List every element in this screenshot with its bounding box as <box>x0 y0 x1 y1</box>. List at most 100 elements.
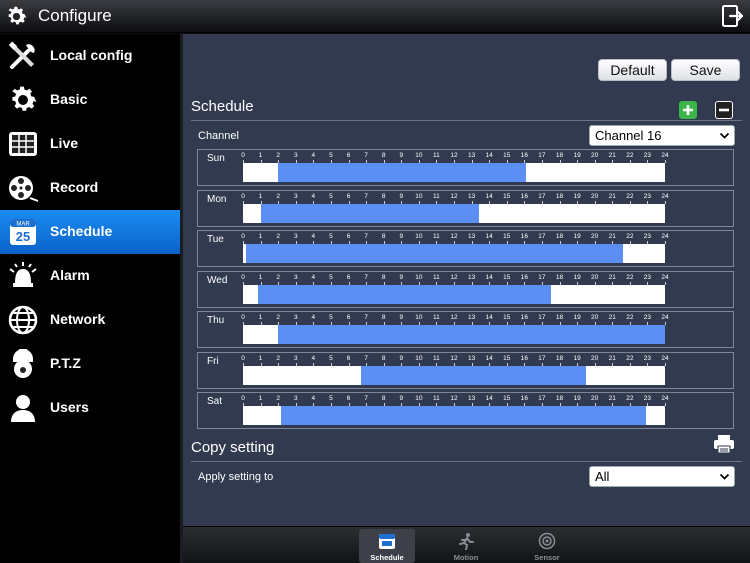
sidebar-item-network[interactable]: Network <box>0 298 180 342</box>
day-name: Sun <box>207 153 225 164</box>
sidebar-item-label: Record <box>50 179 99 195</box>
sidebar-item-live[interactable]: Live <box>0 122 180 166</box>
hour-label: 9 <box>399 314 404 321</box>
hour-label: 8 <box>381 273 386 281</box>
sidebar-item-alarm[interactable]: Alarm <box>0 254 180 298</box>
schedule-time-block[interactable] <box>280 406 646 425</box>
schedule-track[interactable] <box>243 325 665 344</box>
schedule-time-block[interactable] <box>245 244 623 263</box>
sidebar-item-ptz[interactable]: P.T.Z <box>0 342 180 386</box>
sidebar-item-record[interactable]: Record <box>0 166 180 210</box>
sidebar-item-users[interactable]: Users <box>0 386 180 430</box>
hour-label: 19 <box>573 395 581 402</box>
grid-icon <box>9 132 37 156</box>
sidebar-item-local-config[interactable]: Local config <box>0 34 180 78</box>
hour-label: 10 <box>415 395 423 402</box>
hour-label: 1 <box>258 273 263 281</box>
channel-select[interactable]: Channel 16 <box>589 125 735 146</box>
exit-icon[interactable] <box>722 5 744 27</box>
day-row-sun: Sun 0 1 2 3 4 5 6 7 8 9 10 11 12 13 14 15 16 17 18 19 20 21 22 2… <box>197 149 734 186</box>
hour-label: 17 <box>538 192 546 200</box>
hour-label: 6 <box>346 233 351 240</box>
schedule-track[interactable] <box>243 365 665 385</box>
section-divider <box>191 120 742 121</box>
tab-schedule[interactable]: Schedule <box>359 529 415 563</box>
gear-icon <box>8 6 27 25</box>
hour-label: 23 <box>643 192 652 200</box>
hour-tick <box>665 200 666 204</box>
sidebar-item-label: Users <box>50 399 89 415</box>
tab-motion[interactable]: Motion <box>438 529 494 563</box>
day-name: Fri <box>207 355 219 367</box>
hour-label: 19 <box>573 314 581 321</box>
hour-label: 12 <box>450 354 458 362</box>
hour-label: 20 <box>591 314 599 321</box>
hour-label: 7 <box>364 314 368 321</box>
schedule-track[interactable] <box>243 406 665 425</box>
hour-label: 14 <box>485 192 493 200</box>
hour-label: 17 <box>538 314 546 321</box>
tab-sensor[interactable]: Sensor <box>519 529 575 563</box>
hour-tick <box>665 322 666 325</box>
hour-label: 4 <box>311 314 316 321</box>
hour-label: 10 <box>415 354 423 362</box>
schedule-track[interactable] <box>243 284 665 304</box>
minus-icon[interactable] <box>715 101 733 119</box>
hour-label: 11 <box>433 233 440 240</box>
plus-icon[interactable] <box>679 101 697 119</box>
schedule-time-block[interactable] <box>278 325 665 344</box>
hour-label: 10 <box>415 233 423 240</box>
hour-label: 2 <box>276 152 280 159</box>
hour-label: 9 <box>399 192 404 200</box>
hour-label: 4 <box>311 233 316 240</box>
day-name: Tue <box>207 234 224 245</box>
day-name: Sat <box>207 396 223 407</box>
hour-label: 0 <box>241 233 245 240</box>
schedule-time-block[interactable] <box>260 203 479 223</box>
hour-label: 18 <box>555 192 564 200</box>
sidebar-item-schedule[interactable]: MAR 25 Schedule <box>0 210 180 254</box>
hour-label: 24 <box>661 395 669 402</box>
channel-select-value: Channel 16 <box>595 128 662 143</box>
hour-label: 23 <box>643 395 652 402</box>
day-row-fri: Fri 0 1 2 3 4 5 6 7 8 9 10 11 12 13 14 15 16 17 18 19 20 21 22 2… <box>197 351 734 389</box>
day-name: Wed <box>207 274 228 286</box>
apply-setting-select[interactable]: All <box>589 466 735 487</box>
hour-label: 20 <box>591 192 599 200</box>
hour-label: 9 <box>399 273 404 281</box>
hour-label: 10 <box>415 192 423 200</box>
schedule-track[interactable] <box>243 203 665 223</box>
hour-label: 21 <box>608 395 616 402</box>
schedule-track[interactable] <box>243 163 665 182</box>
user-icon <box>11 395 35 422</box>
save-button[interactable]: Save <box>671 59 740 81</box>
hour-label: 16 <box>520 395 528 402</box>
hour-label: 24 <box>661 273 669 281</box>
default-button[interactable]: Default <box>598 59 667 81</box>
hour-label: 11 <box>433 192 440 200</box>
hour-label: 19 <box>573 152 581 159</box>
globe-icon <box>8 305 38 335</box>
hour-label: 17 <box>538 354 546 362</box>
hour-label: 1 <box>258 314 263 321</box>
schedule-time-block[interactable] <box>257 284 551 304</box>
hour-label: 4 <box>311 152 316 159</box>
hour-label: 5 <box>329 273 333 281</box>
hour-label: 1 <box>258 354 263 362</box>
schedule-time-block[interactable] <box>278 163 527 182</box>
tab-label: Motion <box>453 553 479 562</box>
hour-label: 15 <box>503 273 511 281</box>
schedule-time-block[interactable] <box>360 365 586 385</box>
hour-label: 15 <box>503 192 511 200</box>
hour-label: 12 <box>450 273 458 281</box>
title-bar: Configure <box>0 0 750 33</box>
hour-label: 14 <box>485 354 493 362</box>
schedule-track[interactable] <box>243 244 665 263</box>
hour-label: 16 <box>520 192 528 200</box>
sidebar-item-basic[interactable]: Basic <box>0 78 180 122</box>
hour-label: 7 <box>364 354 368 362</box>
hour-label: 18 <box>555 233 564 240</box>
hour-label: 22 <box>626 273 634 281</box>
hour-label: 6 <box>346 314 351 321</box>
printer-icon[interactable] <box>713 434 735 454</box>
